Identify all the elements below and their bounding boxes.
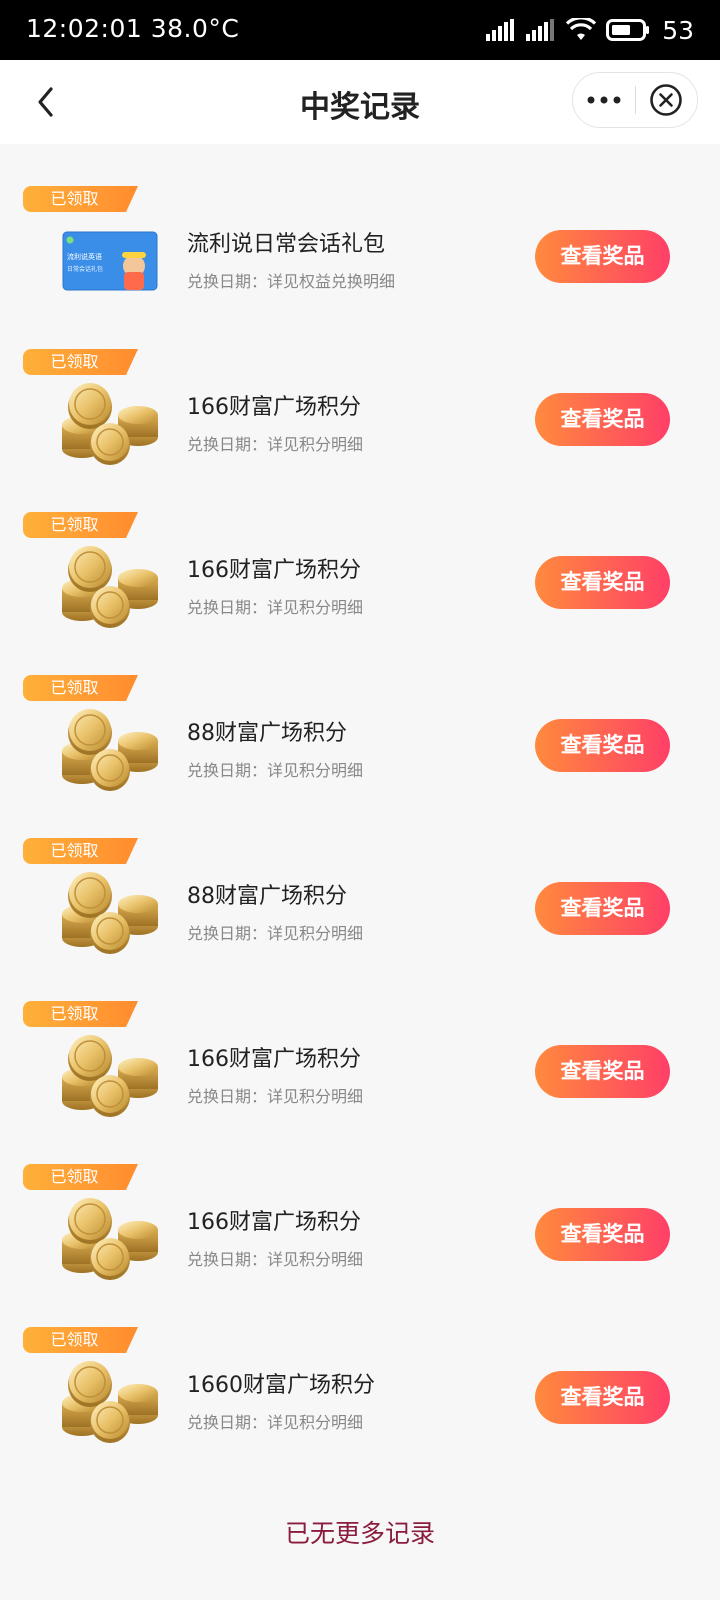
badge-label: 已领取 <box>50 352 99 371</box>
prize-thumbnail-coins <box>60 1355 160 1445</box>
record-item: 已领取 <box>0 1001 720 1164</box>
record-item: 已领取 <box>0 675 720 838</box>
more-button[interactable] <box>573 72 635 128</box>
status-time: 12:02:01 38.0°C <box>26 14 240 43</box>
claimed-badge: 已领取 <box>23 512 138 538</box>
prize-thumbnail-coins <box>60 1192 160 1282</box>
exchange-date: 兑换日期：详见权益兑换明细 <box>187 272 396 291</box>
view-prize-button[interactable]: 查看奖品 <box>535 1045 670 1098</box>
signal-icon <box>486 19 515 41</box>
nav-bar: 中奖记录 <box>0 60 720 144</box>
prize-title: 166财富广场积分 <box>187 1210 361 1235</box>
prize-thumbnail-card: 流利说英语 日常会话礼包 <box>60 214 160 304</box>
more-dots-icon <box>587 96 621 104</box>
prize-thumbnail-coins <box>60 1029 160 1119</box>
prize-title: 流利说日常会话礼包 <box>187 232 386 257</box>
claimed-badge: 已领取 <box>23 1164 138 1190</box>
exchange-date: 兑换日期：详见积分明细 <box>187 435 364 454</box>
view-prize-button[interactable]: 查看奖品 <box>535 1371 670 1424</box>
claimed-badge: 已领取 <box>23 838 138 864</box>
gold-coins-icon <box>62 383 158 465</box>
wifi-icon <box>566 18 597 40</box>
badge-label: 已领取 <box>50 1330 99 1349</box>
view-prize-button[interactable]: 查看奖品 <box>535 556 670 609</box>
prize-title: 88财富广场积分 <box>187 884 347 909</box>
card-name-text: 日常会话礼包 <box>67 265 103 273</box>
gift-card-icon: 流利说英语 日常会话礼包 <box>62 231 158 291</box>
badge-label: 已领取 <box>50 841 99 860</box>
prize-title: 166财富广场积分 <box>187 395 361 420</box>
badge-label: 已领取 <box>50 189 99 208</box>
view-prize-button[interactable]: 查看奖品 <box>535 393 670 446</box>
record-item: 已领取 <box>0 1164 720 1327</box>
exchange-date: 兑换日期：详见积分明细 <box>187 1250 364 1269</box>
status-bar: 12:02:01 38.0°C 53 <box>0 0 720 60</box>
gold-coins-icon <box>62 546 158 628</box>
record-item: 已领取 <box>0 349 720 512</box>
prize-thumbnail-coins <box>60 377 160 467</box>
battery-level: 53 <box>662 15 694 45</box>
signal-icon-2 <box>526 19 555 41</box>
record-item: 已领取 流利说英语 日常会话礼包 流利说日常会话礼包兑换日期：详见权益兑换明细 查… <box>0 186 720 349</box>
prize-thumbnail-coins <box>60 703 160 793</box>
gold-coins-icon <box>62 1361 158 1443</box>
record-item: 已领取 <box>0 1327 720 1490</box>
exchange-date: 兑换日期：详见积分明细 <box>187 761 364 780</box>
close-circle-icon <box>650 84 683 116</box>
prize-thumbnail-coins <box>60 866 160 956</box>
record-item: 已领取 <box>0 512 720 675</box>
view-prize-button[interactable]: 查看奖品 <box>535 1208 670 1261</box>
claimed-badge: 已领取 <box>23 186 138 212</box>
gold-coins-icon <box>62 1035 158 1117</box>
view-prize-button[interactable]: 查看奖品 <box>535 230 670 283</box>
badge-label: 已领取 <box>50 515 99 534</box>
view-prize-button[interactable]: 查看奖品 <box>535 882 670 935</box>
prize-title: 1660财富广场积分 <box>187 1373 375 1398</box>
badge-label: 已领取 <box>50 1004 99 1023</box>
close-button[interactable] <box>635 72 697 128</box>
gold-coins-icon <box>62 709 158 791</box>
claimed-badge: 已领取 <box>23 349 138 375</box>
prize-title: 88财富广场积分 <box>187 721 347 746</box>
badge-label: 已领取 <box>50 678 99 697</box>
battery-icon <box>606 19 650 41</box>
exchange-date: 兑换日期：详见积分明细 <box>187 1413 364 1432</box>
claimed-badge: 已领取 <box>23 1001 138 1027</box>
badge-label: 已领取 <box>50 1167 99 1186</box>
claimed-badge: 已领取 <box>23 675 138 701</box>
view-prize-button[interactable]: 查看奖品 <box>535 719 670 772</box>
exchange-date: 兑换日期：详见积分明细 <box>187 598 364 617</box>
prize-title: 166财富广场积分 <box>187 1047 361 1072</box>
card-brand-text: 流利说英语 <box>67 252 102 261</box>
exchange-date: 兑换日期：详见积分明细 <box>187 924 364 943</box>
gold-coins-icon <box>62 872 158 954</box>
gold-coins-icon <box>62 1198 158 1280</box>
exchange-date: 兑换日期：详见积分明细 <box>187 1087 364 1106</box>
record-item: 已领取 <box>0 838 720 1001</box>
mini-program-capsule <box>572 72 698 128</box>
status-icons: 53 <box>486 14 694 46</box>
no-more-records: 已无更多记录 <box>284 1519 435 1548</box>
claimed-badge: 已领取 <box>23 1327 138 1353</box>
prize-title: 166财富广场积分 <box>187 558 361 583</box>
prize-thumbnail-coins <box>60 540 160 630</box>
